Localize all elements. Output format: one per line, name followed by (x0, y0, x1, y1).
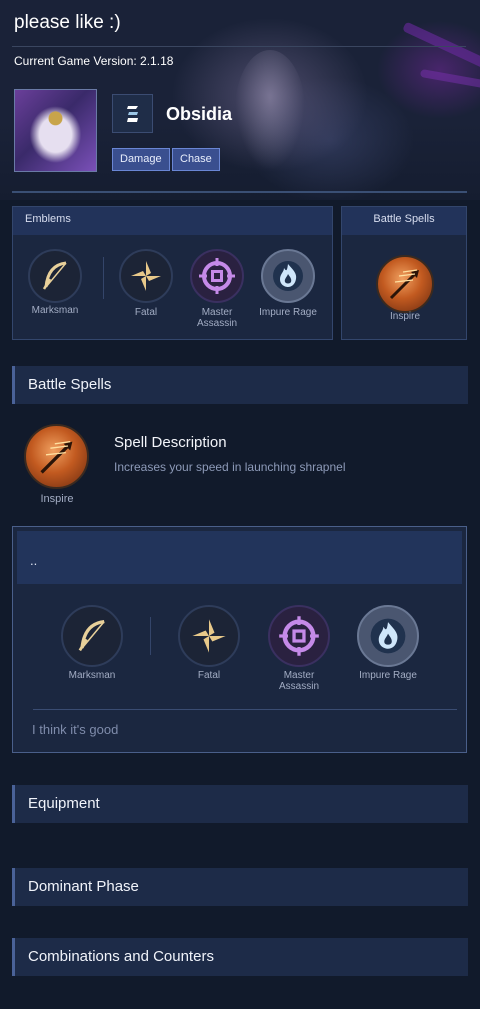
emblem-label-marksman: Marksman (68, 670, 116, 681)
inspire-icon[interactable] (24, 424, 89, 489)
section-equipment[interactable]: Equipment (12, 785, 468, 823)
emblem-label-master-assassin: Master Assassin (278, 670, 319, 692)
battle-spells-panel: Battle Spells Inspire (341, 206, 467, 340)
marksman-role-icon (112, 94, 153, 133)
section-combinations-counters[interactable]: Combinations and Counters (12, 938, 468, 976)
crosshair-icon[interactable] (268, 605, 330, 667)
emblem-label-impure-rage: Impure Rage (259, 307, 317, 318)
bow-icon[interactable] (28, 249, 82, 303)
emblem-label-impure-rage: Impure Rage (359, 670, 417, 681)
spell-label-inspire: Inspire (40, 493, 74, 505)
battle-spells-panel-header: Battle Spells (342, 207, 466, 235)
build-card-header: .. (17, 531, 462, 584)
divider (12, 191, 467, 193)
divider (12, 46, 466, 47)
banner-decoration (419, 68, 480, 90)
spell-description-text: Increases your speed in launching shrapn… (114, 460, 346, 474)
separator (103, 257, 104, 299)
game-version: Current Game Version: 2.1.18 (14, 54, 174, 68)
emblems-panel: Emblems Marksman Fatal Master Assassin I… (12, 206, 333, 340)
hero-portrait[interactable] (14, 89, 97, 172)
flame-icon[interactable] (357, 605, 419, 667)
separator (150, 617, 151, 655)
emblems-panel-header: Emblems (13, 207, 332, 235)
build-comment: I think it's good (32, 722, 119, 737)
crosshair-icon[interactable] (190, 249, 244, 303)
section-battle-spells[interactable]: Battle Spells (12, 366, 468, 404)
inspire-icon[interactable] (376, 255, 434, 313)
banner-decoration (235, 50, 305, 170)
emblem-label-fatal: Fatal (197, 670, 221, 681)
spell-description-title: Spell Description (114, 434, 227, 451)
divider (33, 709, 457, 710)
fatal-spiral-icon[interactable] (119, 249, 173, 303)
spell-label-inspire: Inspire (389, 311, 420, 322)
tag-damage[interactable]: Damage (112, 148, 170, 171)
banner-decoration (402, 21, 480, 69)
flame-icon[interactable] (261, 249, 315, 303)
emblem-label-master-assassin: Master Assassin (196, 307, 237, 329)
hero-name: Obsidia (166, 104, 233, 124)
emblem-build-card: .. Marksman Fatal Master Assassin Impure… (12, 526, 467, 753)
section-dominant-phase[interactable]: Dominant Phase (12, 868, 468, 906)
tag-chase[interactable]: Chase (172, 148, 220, 171)
emblem-label-fatal: Fatal (134, 307, 158, 318)
emblem-label-marksman: Marksman (31, 305, 79, 316)
fatal-spiral-icon[interactable] (178, 605, 240, 667)
bow-icon[interactable] (61, 605, 123, 667)
page-title: please like :) (14, 12, 121, 33)
